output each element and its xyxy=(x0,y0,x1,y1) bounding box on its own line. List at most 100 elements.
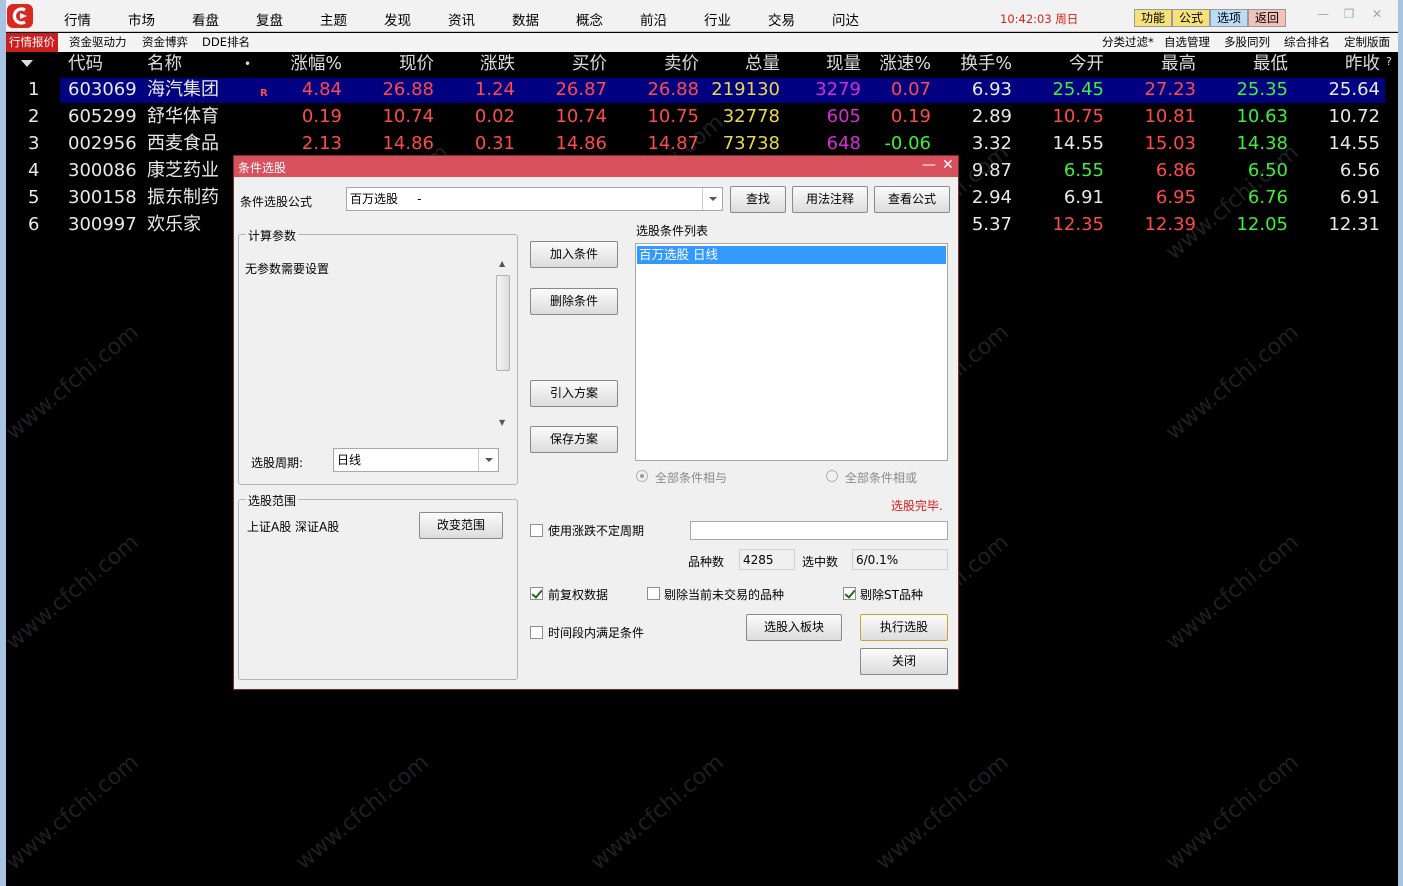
dialog-close-icon[interactable]: ✕ xyxy=(942,157,954,173)
menu-item-zixun[interactable]: 资讯 xyxy=(448,9,475,29)
table-cell-name[interactable]: 欢乐家 xyxy=(147,212,201,239)
table-cell-high[interactable]: 6.86 xyxy=(1116,158,1196,185)
table-cell-high[interactable]: 15.03 xyxy=(1116,131,1196,158)
table-cell-code[interactable]: 002956 xyxy=(68,131,137,158)
formula-button[interactable]: 公式 xyxy=(1172,9,1210,27)
change-scope-button[interactable]: 改变范围 xyxy=(419,512,503,539)
table-cell-turnover[interactable]: 3.32 xyxy=(932,131,1012,158)
table-cell-turnover[interactable]: 2.89 xyxy=(932,104,1012,131)
table-cell-low[interactable]: 6.50 xyxy=(1208,158,1288,185)
table-cell-idx[interactable]: 3 xyxy=(28,131,39,158)
table-cell-idx[interactable]: 2 xyxy=(28,104,39,131)
close-icon[interactable]: ✕ xyxy=(1366,6,1388,22)
table-cell-code[interactable]: 300997 xyxy=(68,212,137,239)
table-cell-vol[interactable]: 219130 xyxy=(700,77,780,104)
header-change[interactable]: 涨跌 xyxy=(435,52,515,78)
add-condition-button[interactable]: 加入条件 xyxy=(530,241,618,268)
params-scrollbar[interactable]: ▲ ▼ xyxy=(495,257,511,429)
table-cell-bid[interactable]: 10.74 xyxy=(527,104,607,131)
header-ask[interactable]: 卖价 xyxy=(619,52,699,78)
restore-icon[interactable]: ❐ xyxy=(1338,6,1360,22)
view-formula-button[interactable]: 查看公式 xyxy=(874,186,950,213)
adjust-checkbox[interactable] xyxy=(530,587,543,600)
menu-item-zhuti[interactable]: 主题 xyxy=(320,9,347,29)
header-name[interactable]: 名称 xyxy=(147,52,182,78)
menu-item-qianyan[interactable]: 前沿 xyxy=(640,9,667,29)
execute-button[interactable]: 执行选股 xyxy=(860,614,948,641)
tab-multi-stock[interactable]: 多股同列 xyxy=(1224,33,1270,52)
chevron-down-icon[interactable] xyxy=(702,188,722,210)
table-cell-high[interactable]: 27.23 xyxy=(1116,77,1196,104)
back-button[interactable]: 返回 xyxy=(1248,9,1286,27)
table-cell-open[interactable]: 12.35 xyxy=(1024,212,1104,239)
help-icon[interactable]: ? xyxy=(1386,50,1392,76)
dialog-title-bar[interactable]: 条件选股 — ✕ xyxy=(234,156,958,177)
usage-notes-button[interactable]: 用法注释 xyxy=(792,186,868,213)
save-plan-button[interactable]: 保存方案 xyxy=(530,426,618,453)
dialog-minimize-icon[interactable]: — xyxy=(922,157,936,173)
chevron-down-icon[interactable] xyxy=(478,449,498,471)
tab-custom-layout[interactable]: 定制版面 xyxy=(1344,33,1390,52)
table-cell-high[interactable]: 12.39 xyxy=(1116,212,1196,239)
list-item[interactable]: 百万选股 日线 xyxy=(637,246,946,264)
header-low[interactable]: 最低 xyxy=(1208,52,1288,78)
table-cell-bid[interactable]: 26.87 xyxy=(527,77,607,104)
close-button[interactable]: 关闭 xyxy=(860,648,948,675)
table-cell-code[interactable]: 300158 xyxy=(68,185,137,212)
table-cell-vol[interactable]: 32778 xyxy=(700,104,780,131)
radio-or[interactable] xyxy=(826,470,838,482)
table-cell-low[interactable]: 14.38 xyxy=(1208,131,1288,158)
app-logo-icon[interactable] xyxy=(7,4,33,28)
table-cell-name[interactable]: 振东制药 xyxy=(147,185,219,212)
table-cell-idx[interactable]: 1 xyxy=(28,77,39,104)
time-range-checkbox[interactable] xyxy=(530,626,543,639)
table-cell-chg-pct[interactable]: 2.13 xyxy=(262,131,342,158)
scroll-up-icon[interactable]: ▲ xyxy=(499,259,505,268)
table-cell-high[interactable]: 10.81 xyxy=(1116,104,1196,131)
delete-condition-button[interactable]: 删除条件 xyxy=(530,288,618,315)
condition-list[interactable]: 百万选股 日线 xyxy=(635,243,948,461)
tab-quotes[interactable]: 行情报价 xyxy=(6,33,58,52)
table-cell-vol[interactable]: 73738 xyxy=(700,131,780,158)
menu-item-shuju[interactable]: 数据 xyxy=(512,9,539,29)
table-cell-prev[interactable]: 6.56 xyxy=(1300,158,1380,185)
table-cell-ask[interactable]: 10.75 xyxy=(619,104,699,131)
menu-item-kanpan[interactable]: 看盘 xyxy=(192,9,219,29)
table-cell-low[interactable]: 12.05 xyxy=(1208,212,1288,239)
irregular-period-input[interactable] xyxy=(690,521,948,540)
header-price[interactable]: 现价 xyxy=(354,52,434,78)
menu-item-gainian[interactable]: 概念 xyxy=(576,9,603,29)
header-high[interactable]: 最高 xyxy=(1116,52,1196,78)
radio-and[interactable] xyxy=(636,470,648,482)
table-cell-idx[interactable]: 4 xyxy=(28,158,39,185)
table-cell-prev[interactable]: 25.64 xyxy=(1300,77,1380,104)
table-cell-name[interactable]: 西麦食品 xyxy=(147,131,219,158)
function-button[interactable]: 功能 xyxy=(1134,9,1172,27)
table-cell-chg[interactable]: 0.02 xyxy=(435,104,515,131)
table-cell-chg[interactable]: 0.31 xyxy=(435,131,515,158)
table-cell-speed[interactable]: 0.07 xyxy=(851,77,931,104)
table-cell-name[interactable]: 海汽集团 xyxy=(147,77,219,104)
table-cell-open[interactable]: 14.55 xyxy=(1024,131,1104,158)
table-cell-name[interactable]: 康芝药业 xyxy=(147,158,219,185)
table-cell-open[interactable]: 6.55 xyxy=(1024,158,1104,185)
header-current-volume[interactable]: 现量 xyxy=(781,52,861,78)
menu-item-hangqing[interactable]: 行情 xyxy=(64,9,91,29)
exclude-untraded-checkbox[interactable] xyxy=(647,587,660,600)
table-cell-chg[interactable]: 1.24 xyxy=(435,77,515,104)
table-cell-code[interactable]: 603069 xyxy=(68,77,137,104)
table-cell-speed[interactable]: 0.19 xyxy=(851,104,931,131)
table-cell-high[interactable]: 6.95 xyxy=(1116,185,1196,212)
scroll-down-icon[interactable]: ▼ xyxy=(499,418,505,427)
table-cell-low[interactable]: 10.63 xyxy=(1208,104,1288,131)
table-cell-low[interactable]: 6.76 xyxy=(1208,185,1288,212)
table-cell-code[interactable]: 300086 xyxy=(68,158,137,185)
table-cell-low[interactable]: 25.35 xyxy=(1208,77,1288,104)
menu-item-fupan[interactable]: 复盘 xyxy=(256,9,283,29)
table-cell-cur-vol[interactable]: 605 xyxy=(781,104,861,131)
header-volume[interactable]: 总量 xyxy=(700,52,780,78)
header-prev-close[interactable]: 昨收 xyxy=(1300,52,1380,78)
options-button[interactable]: 选项 xyxy=(1210,9,1248,27)
exclude-st-checkbox[interactable] xyxy=(843,587,856,600)
table-cell-prev[interactable]: 10.72 xyxy=(1300,104,1380,131)
